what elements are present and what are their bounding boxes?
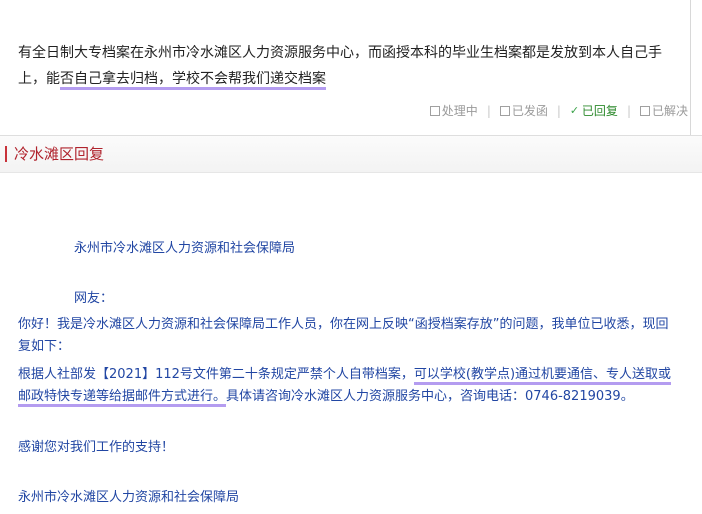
status-label: 已发函 xyxy=(511,104,548,118)
reply-greeting: 你好！我是冷水滩区人力资源和社会保障局工作人员，你在网上反映“函授档案存放”的问… xyxy=(18,317,669,354)
status-separator: | xyxy=(626,103,631,118)
status-label: 已解决 xyxy=(651,104,688,118)
reply-signature: 永州市冷水滩区人力资源和社会保障局 xyxy=(18,490,240,505)
status-separator: | xyxy=(556,103,561,118)
checkbox-empty-icon xyxy=(429,105,440,116)
reply-thanks: 感谢您对我们工作的支持！ xyxy=(18,440,175,455)
checkmark-icon: ✓ xyxy=(569,104,580,117)
complaint-page: 有全日制大专档案在永州市冷水滩区人力资源服务中心，而函授本科的毕业生档案都是发放… xyxy=(0,0,702,514)
reply-section-header: 冷水滩区回复 xyxy=(0,135,702,173)
reply-org-heading: 永州市冷水滩区人力资源和社会保障局 xyxy=(74,241,296,256)
checkbox-empty-icon xyxy=(639,105,650,116)
status-bar: 处理中 | 已发函 | ✓ 已回复 | 已解决 xyxy=(429,102,688,119)
section-accent-bar xyxy=(5,146,7,162)
reply-body-text: 根据人社部发【2021】112号文件第二十条规定严禁个人自带档案， xyxy=(18,367,414,382)
question-text: 有全日制大专档案在永州市冷水滩区人力资源服务中心，而函授本科的毕业生档案都是发放… xyxy=(18,40,688,92)
question-highlighted-text: 否自己拿去归档，学校不会帮我们递交档案 xyxy=(60,71,326,90)
status-label: 处理中 xyxy=(441,104,478,118)
status-letter-sent[interactable]: 已发函 xyxy=(499,102,548,119)
status-label: 已回复 xyxy=(581,104,618,118)
reply-body: 根据人社部发【2021】112号文件第二十条规定严禁个人自带档案，可以学校(教学… xyxy=(18,364,678,408)
status-processing[interactable]: 处理中 xyxy=(429,102,478,119)
panel-border xyxy=(690,0,691,135)
reply-body-text: 具体请咨询冷水滩区人力资源服务中心，咨询电话：0746-8219039。 xyxy=(226,389,634,404)
status-separator: | xyxy=(486,103,491,118)
reply-salutation: 网友： xyxy=(74,291,114,306)
status-replied[interactable]: ✓ 已回复 xyxy=(570,102,618,119)
section-title: 冷水滩区回复 xyxy=(14,145,105,163)
checkbox-empty-icon xyxy=(499,105,510,116)
status-resolved[interactable]: 已解决 xyxy=(639,102,688,119)
